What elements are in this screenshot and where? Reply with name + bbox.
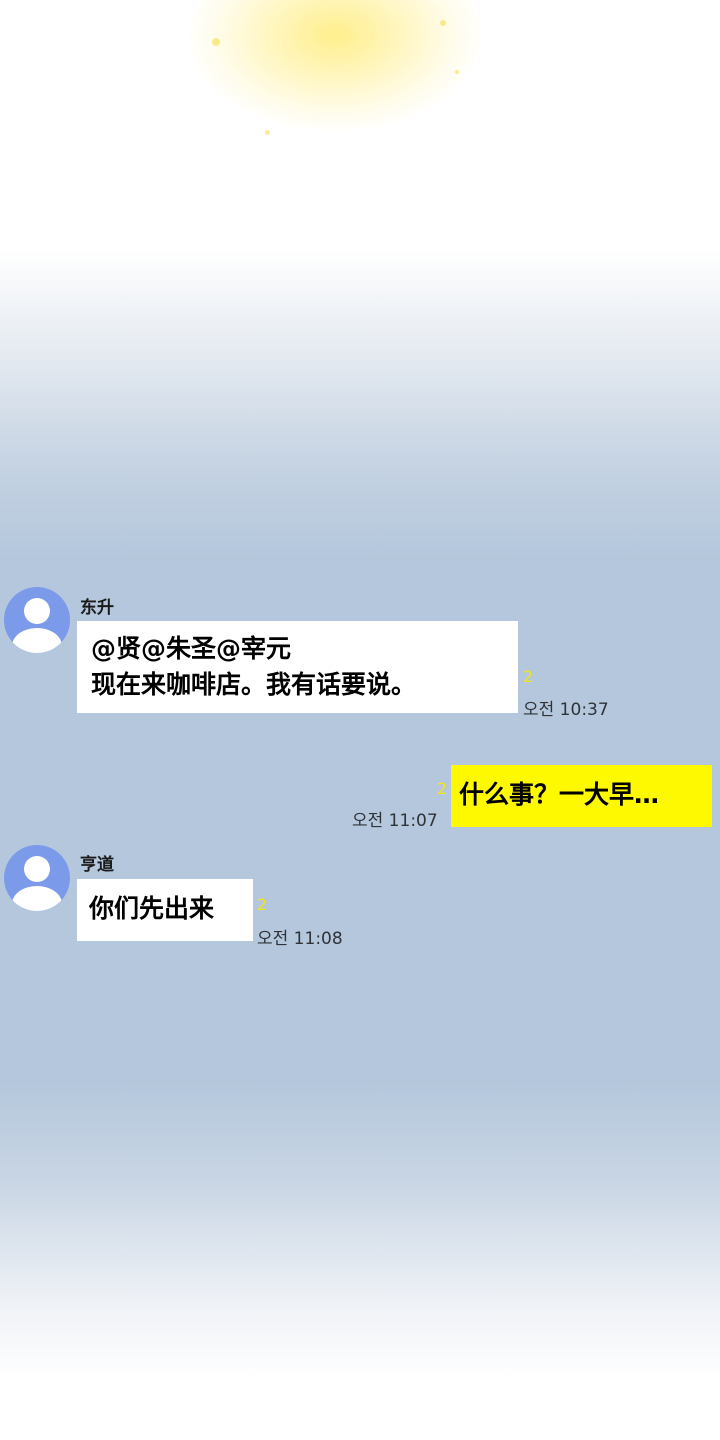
unread-count: 2: [523, 667, 534, 686]
message-bubble[interactable]: 什么事？一大早…: [451, 765, 712, 827]
message-line: @贤@朱圣@宰元: [91, 634, 292, 663]
sun-speck: [440, 20, 446, 26]
message-time: 오전 11:08: [257, 929, 343, 949]
sender-name: 亨道: [80, 855, 114, 875]
sun-speck: [265, 130, 270, 135]
message-bubble[interactable]: @贤@朱圣@宰元 现在来咖啡店。我有话要说。: [77, 621, 518, 713]
unread-count: 2: [257, 895, 268, 914]
sun-speck: [212, 38, 220, 46]
default-avatar-icon[interactable]: [4, 845, 70, 911]
message-time: 오전 11:07: [352, 811, 438, 831]
sun-speck: [455, 70, 459, 74]
message-bubble[interactable]: 你们先出来: [77, 879, 253, 941]
message-line: 现在来咖啡店。我有话要说。: [91, 670, 417, 699]
default-avatar-icon[interactable]: [4, 587, 70, 653]
message-line: 什么事？一大早…: [459, 780, 660, 809]
sun-glow-decoration: [190, 0, 480, 130]
message-time: 오전 10:37: [523, 700, 609, 720]
unread-count: 2: [437, 779, 448, 798]
message-line: 你们先出来: [89, 894, 215, 923]
sender-name: 东升: [80, 598, 114, 618]
